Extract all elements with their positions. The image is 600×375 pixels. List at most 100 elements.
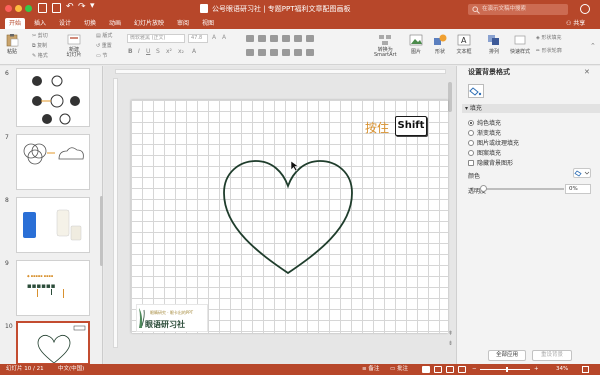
normal-view-icon[interactable] (422, 366, 430, 373)
canvas-scrollbar[interactable] (448, 82, 452, 112)
tab-view[interactable]: 视图 (198, 18, 218, 29)
slide-thumbnail-6[interactable] (16, 68, 90, 127)
color-picker-button[interactable] (573, 168, 591, 178)
convert-smartart-button[interactable]: 转换为 SmartArt (374, 33, 397, 58)
sorter-view-icon[interactable] (434, 366, 442, 373)
line-spacing-icon[interactable] (294, 35, 302, 42)
next-slide-icon[interactable]: ⇟ (448, 340, 453, 347)
transparency-field[interactable]: 0% (565, 184, 591, 194)
fit-to-window-icon[interactable] (582, 366, 589, 373)
zoom-out-icon[interactable]: − (472, 364, 477, 375)
quick-access-more-icon[interactable]: ▾ (90, 1, 95, 11)
user-icon[interactable] (580, 4, 590, 14)
home-icon[interactable] (38, 3, 47, 13)
language-status[interactable]: 中文(中国) (58, 364, 84, 375)
slideshow-view-icon[interactable] (458, 366, 466, 373)
reading-view-icon[interactable] (446, 366, 454, 373)
previous-slide-icon[interactable]: ⇞ (448, 330, 453, 337)
align-center-icon[interactable] (258, 49, 266, 56)
font-size-field[interactable]: 47.8 (188, 34, 208, 43)
textbox-button[interactable]: A 文本框 (456, 33, 472, 55)
tab-insert[interactable]: 插入 (30, 18, 50, 29)
close-window-button[interactable] (5, 5, 12, 12)
tab-review[interactable]: 审阅 (173, 18, 193, 29)
text-direction-icon[interactable] (294, 49, 302, 56)
shrink-font-icon[interactable]: A (222, 34, 226, 41)
heart-shape[interactable] (220, 158, 355, 278)
format-painter-button[interactable]: ✎ 格式 (32, 52, 48, 59)
fill-tab-button[interactable] (468, 84, 484, 98)
grow-font-icon[interactable]: A (212, 34, 216, 41)
shift-key-graphic[interactable]: Shift (395, 116, 427, 136)
slide-thumbnail-10[interactable] (16, 321, 90, 365)
logo-tagline: 眼睛研究 · 眼卡出的PPT (150, 310, 194, 315)
radio-gradient-fill[interactable]: 渐变填充 (468, 128, 501, 137)
layout-button[interactable]: ▤ 版式 (96, 32, 112, 39)
comments-button[interactable]: ▭ 批注 (390, 364, 408, 375)
arrange-button[interactable]: 排列 (486, 33, 502, 55)
font-name-field[interactable]: 微软雅黑 (正文) (127, 34, 185, 43)
slide-thumbnail-7[interactable] (16, 134, 90, 190)
slider-handle[interactable] (480, 185, 487, 192)
copy-button[interactable]: ⧉ 复制 (32, 42, 47, 49)
align-left-icon[interactable] (246, 49, 254, 56)
numbering-icon[interactable] (258, 35, 266, 42)
subscript-icon[interactable]: x₂ (178, 48, 184, 55)
zoom-in-icon[interactable]: + (534, 364, 539, 375)
zoom-slider-handle[interactable] (506, 367, 508, 372)
close-icon[interactable]: ✕ (584, 68, 590, 76)
font-color-icon[interactable]: A (192, 48, 196, 55)
checkbox-hide-background[interactable]: 隐藏背景图形 (468, 158, 513, 167)
picture-icon (409, 34, 423, 46)
zoom-window-button[interactable] (25, 5, 32, 12)
tab-animations[interactable]: 动画 (105, 18, 125, 29)
tab-design[interactable]: 设计 (55, 18, 75, 29)
thumbnail-scrollbar[interactable] (100, 196, 103, 266)
transparency-slider[interactable] (482, 188, 564, 190)
bold-icon[interactable]: B (128, 48, 133, 55)
strikethrough-icon[interactable]: S (156, 48, 160, 55)
shape-button[interactable]: 形状 (432, 33, 448, 55)
picture-button[interactable]: 图片 (408, 33, 424, 55)
redo-icon[interactable]: ↷ (78, 2, 86, 12)
increase-indent-icon[interactable] (282, 35, 290, 42)
superscript-icon[interactable]: x² (166, 48, 172, 55)
paste-button[interactable]: 粘贴 (4, 33, 20, 55)
zoom-slider[interactable] (480, 369, 530, 370)
slide-thumbnail-8[interactable] (16, 197, 90, 253)
radio-picture-fill[interactable]: 图片或纹理填充 (468, 138, 519, 147)
tab-slideshow[interactable]: 幻灯片放映 (130, 18, 168, 29)
shape-outline-button[interactable]: ✏ 形状轮廓 (536, 47, 562, 54)
new-slide-button[interactable]: 新建 幻灯片 (66, 33, 82, 58)
radio-solid-fill[interactable]: 纯色填充 (468, 118, 501, 127)
minimize-window-button[interactable] (15, 5, 22, 12)
underline-icon[interactable]: U (146, 48, 150, 55)
zoom-level[interactable]: 34% (556, 364, 568, 375)
bullets-icon[interactable] (246, 35, 254, 42)
search-input[interactable]: 在演示文稿中搜索 (468, 4, 568, 15)
tab-transitions[interactable]: 切换 (80, 18, 100, 29)
radio-pattern-fill[interactable]: 图案填充 (468, 148, 501, 157)
italic-icon[interactable]: I (138, 48, 140, 55)
tab-home[interactable]: 开始 (5, 18, 26, 29)
ribbon-collapse-icon[interactable]: ⌃ (590, 42, 596, 50)
cut-button[interactable]: ✂ 剪切 (32, 32, 48, 39)
quick-styles-button[interactable]: 快速样式 (510, 33, 530, 55)
fill-section-header[interactable]: ▾ 填充 (462, 104, 600, 113)
share-button[interactable]: ⚇ 共享 (566, 19, 585, 28)
notes-button[interactable]: ≡ 备注 (362, 364, 379, 375)
align-text-icon[interactable] (306, 49, 314, 56)
justify-icon[interactable] (282, 49, 290, 56)
reset-background-button[interactable]: 重设背景 (532, 350, 572, 361)
section-button[interactable]: ▭ 节 (96, 52, 107, 59)
columns-icon[interactable] (306, 35, 314, 42)
decrease-indent-icon[interactable] (270, 35, 278, 42)
apply-to-all-button[interactable]: 全部应用 (488, 350, 526, 361)
align-right-icon[interactable] (270, 49, 278, 56)
shape-fill-button[interactable]: ◈ 形状填充 (536, 34, 561, 41)
save-icon[interactable] (52, 3, 61, 13)
slide-number: 10 (5, 323, 13, 330)
reset-button[interactable]: ↺ 重置 (96, 42, 112, 49)
slide-thumbnail-9[interactable]: ◆ ▪▪▪▪▪ ▪▪▪▪ ▪▪▪▪▪▪ (16, 260, 90, 316)
undo-icon[interactable]: ↶ (66, 2, 74, 12)
